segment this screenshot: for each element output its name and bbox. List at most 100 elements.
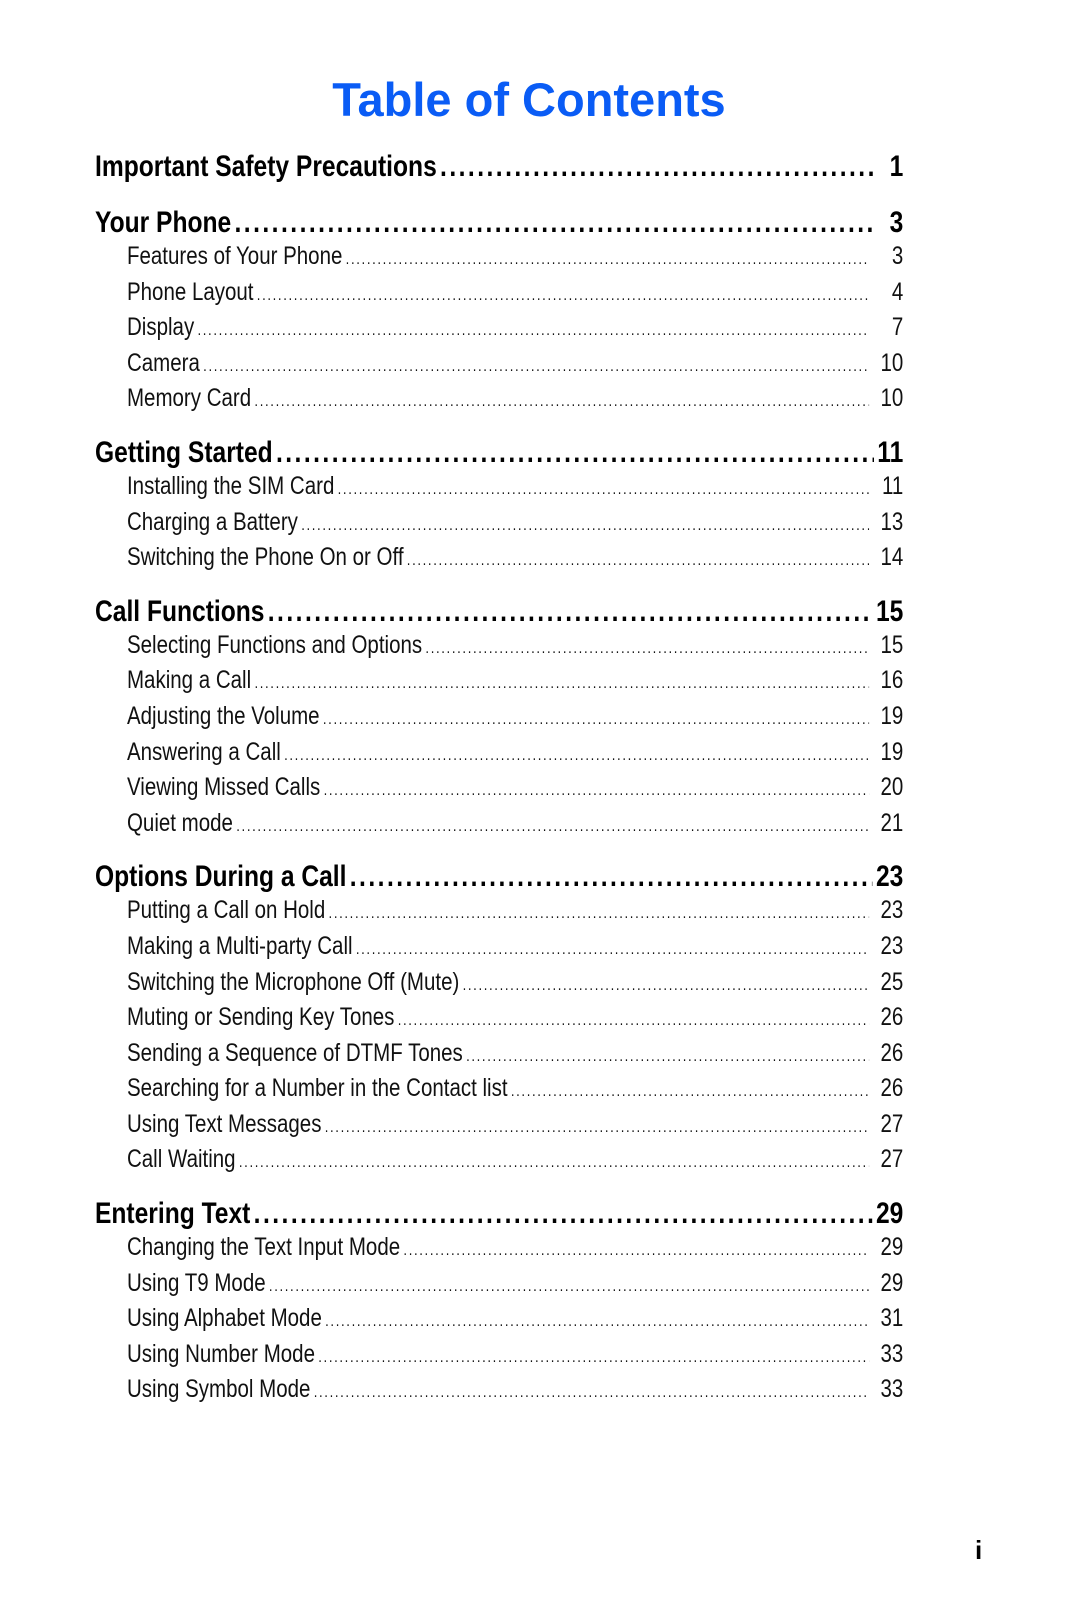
dot-leader: [254, 675, 868, 693]
dot-leader: [197, 322, 868, 340]
entry-title: Features of Your Phone: [126, 242, 343, 270]
dot-leader: [350, 860, 873, 894]
toc-entry[interactable]: Muting or Sending Key Tones 26: [95, 1003, 903, 1039]
entry-page: 21: [880, 808, 904, 837]
dot-leader: [466, 1048, 869, 1066]
toc-entry[interactable]: Searching for a Number in the Contact li…: [95, 1074, 903, 1110]
dot-leader: [203, 358, 869, 376]
toc-entry[interactable]: Charging a Battery 13: [95, 508, 903, 544]
entry-page: 23: [880, 931, 904, 960]
dot-leader: [235, 206, 876, 240]
entry-title: Installing the SIM Card: [126, 471, 335, 500]
entry-title: Muting or Sending Key Tones: [126, 1003, 395, 1032]
toc-section-heading[interactable]: Getting Started 11: [95, 436, 903, 472]
toc-entry[interactable]: Answering a Call 19: [95, 738, 903, 774]
dot-leader: [323, 711, 869, 729]
entry-title: Answering a Call: [126, 737, 281, 766]
entry-page: 33: [880, 1375, 904, 1404]
toc-section-heading[interactable]: Entering Text 29: [95, 1197, 903, 1233]
toc-entry[interactable]: Switching the Microphone Off (Mute) 25: [95, 968, 903, 1004]
entry-page: 15: [880, 630, 904, 659]
entry-page: 13: [880, 507, 904, 536]
dot-leader: [269, 1278, 869, 1296]
dot-leader: [403, 1242, 868, 1260]
entry-title: Using Number Mode: [126, 1339, 315, 1368]
toc-section-heading[interactable]: Call Functions 15: [95, 595, 903, 631]
entry-page: 27: [880, 1109, 904, 1138]
toc-entry[interactable]: Selecting Functions and Options 15: [95, 631, 903, 667]
toc-entry[interactable]: Display 7: [95, 313, 903, 349]
toc-entry[interactable]: Switching the Phone On or Off 14: [95, 543, 903, 579]
dot-leader: [440, 150, 875, 184]
dot-leader: [257, 287, 869, 305]
section-page: 3: [889, 206, 904, 239]
entry-page: 19: [880, 701, 904, 730]
entry-title: Switching the Microphone Off (Mute): [126, 967, 460, 996]
entry-title: Display: [126, 313, 195, 342]
entry-title: Changing the Text Input Mode: [126, 1233, 401, 1262]
entry-title: Putting a Call on Hold: [126, 896, 326, 925]
entry-title: Memory Card: [126, 384, 252, 413]
toc-entry[interactable]: Features of Your Phone 3: [95, 242, 903, 278]
toc-section-heading[interactable]: Important Safety Precautions 1: [95, 150, 903, 186]
dot-leader: [254, 393, 868, 411]
entry-page: 33: [880, 1339, 904, 1368]
toc-entry[interactable]: Making a Multi-party Call 23: [95, 932, 903, 968]
toc-section-heading[interactable]: Options During a Call 23: [95, 860, 903, 896]
entry-title: Making a Call: [126, 666, 252, 695]
dot-leader: [338, 481, 869, 499]
toc-entry[interactable]: Memory Card 10: [95, 384, 903, 420]
dot-leader: [236, 818, 869, 836]
dot-leader: [284, 747, 869, 765]
toc-entry[interactable]: Making a Call 16: [95, 666, 903, 702]
entry-title: Sending a Sequence of DTMF Tones: [126, 1038, 463, 1067]
dot-leader: [511, 1083, 869, 1101]
toc-entry[interactable]: Camera 10: [95, 349, 903, 385]
toc-entry[interactable]: Quiet mode 21: [95, 809, 903, 845]
entry-page: 20: [880, 773, 904, 802]
toc-entry[interactable]: Using Symbol Mode 33: [95, 1375, 903, 1411]
entry-page: 16: [880, 666, 904, 695]
entry-title: Camera: [126, 348, 200, 377]
dot-leader: [329, 905, 869, 923]
entry-page: 10: [880, 348, 904, 377]
entry-page: 3: [891, 242, 904, 270]
toc-section-heading[interactable]: Your Phone 3: [95, 206, 903, 242]
toc-entry[interactable]: Sending a Sequence of DTMF Tones 26: [95, 1039, 903, 1075]
dot-leader: [239, 1154, 869, 1172]
toc-entry[interactable]: Call Waiting 27: [95, 1145, 903, 1181]
toc-section: Call Functions15Selecting Functions and …: [95, 595, 903, 845]
dot-leader: [356, 941, 869, 959]
toc-entry[interactable]: Using Number Mode 33: [95, 1340, 903, 1376]
entry-title: Viewing Missed Calls: [126, 773, 321, 802]
toc-section: Getting Started11Installing the SIM Card…: [95, 436, 903, 579]
entry-title: Switching the Phone On or Off: [126, 543, 404, 572]
dot-leader: [398, 1012, 869, 1030]
toc-entry[interactable]: Using Text Messages 27: [95, 1110, 903, 1146]
section-title: Getting Started: [95, 435, 273, 469]
entry-page: 29: [880, 1233, 904, 1262]
dot-leader: [301, 517, 869, 535]
toc-entry[interactable]: Changing the Text Input Mode 29: [95, 1233, 903, 1269]
entry-page: 26: [880, 1038, 904, 1067]
entry-title: Phone Layout: [126, 277, 254, 306]
page-number: i: [975, 1535, 983, 1565]
entry-title: Charging a Battery: [126, 507, 298, 536]
toc-entry[interactable]: Phone Layout 4: [95, 278, 903, 314]
entry-title: Using Text Messages: [126, 1109, 322, 1138]
section-title: Your Phone: [95, 206, 232, 239]
toc-entry[interactable]: Using Alphabet Mode 31: [95, 1304, 903, 1340]
toc-entry[interactable]: Adjusting the Volume 19: [95, 702, 903, 738]
toc-entry[interactable]: Putting a Call on Hold 23: [95, 896, 903, 932]
dot-leader: [463, 977, 869, 995]
toc-entry[interactable]: Installing the SIM Card 11: [95, 472, 903, 508]
entry-page: 19: [880, 737, 904, 766]
entry-page: 26: [880, 1074, 904, 1103]
toc-entry[interactable]: Viewing Missed Calls 20: [95, 773, 903, 809]
toc-entry[interactable]: Using T9 Mode 29: [95, 1269, 903, 1305]
entry-page: 29: [880, 1268, 904, 1297]
section-page: 15: [875, 594, 904, 628]
toc-section: Important Safety Precautions 1: [95, 150, 903, 186]
entry-title: Call Waiting: [126, 1145, 236, 1174]
dot-leader: [407, 552, 869, 570]
